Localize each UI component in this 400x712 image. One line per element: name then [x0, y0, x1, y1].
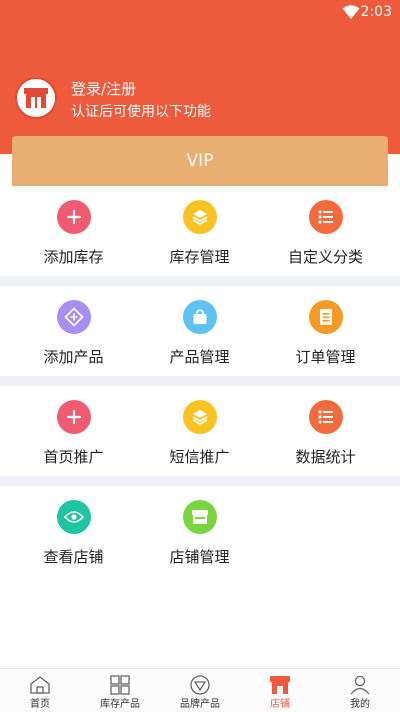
nav-brand-products-label: 品牌产品: [180, 699, 220, 710]
feature-row-4: 查看店铺 店铺管理: [0, 486, 400, 576]
order-management-label: 订单管理: [295, 348, 356, 366]
nav-home-label: 首页: [30, 699, 50, 710]
section-divider: [0, 276, 400, 286]
stock-management-button[interactable]: 库存管理: [133, 186, 266, 276]
add-product-label: 添加产品: [43, 348, 104, 366]
login-register-link[interactable]: 登录/注册: [71, 80, 136, 98]
add-stock-button[interactable]: 添加库存: [7, 186, 140, 276]
status-time: 2:03: [360, 4, 392, 20]
store-management-label: 店铺管理: [169, 548, 230, 566]
section-divider: [0, 476, 400, 486]
sms-promotion-button[interactable]: 短信推广: [133, 386, 266, 476]
add-product-button[interactable]: 添加产品: [7, 286, 140, 376]
add-stock-label: 添加库存: [43, 248, 104, 266]
profile-icon: [350, 675, 370, 695]
product-management-button[interactable]: 产品管理: [133, 286, 266, 376]
custom-category-label: 自定义分类: [287, 248, 363, 266]
home-icon: [30, 676, 50, 694]
product-management-label: 产品管理: [169, 348, 230, 366]
homepage-promotion-button[interactable]: 首页推广: [7, 386, 140, 476]
nav-brand-products[interactable]: 品牌产品: [160, 669, 240, 712]
layers-icon: [182, 200, 217, 234]
eye-icon: [56, 500, 91, 534]
feature-row-2: 添加产品 产品管理 订单管理: [0, 286, 400, 376]
store-icon: [182, 500, 217, 534]
view-store-button[interactable]: 查看店铺: [7, 486, 140, 576]
order-management-button[interactable]: 订单管理: [259, 286, 392, 376]
grid-icon: [110, 675, 130, 695]
nav-home[interactable]: 首页: [0, 669, 80, 712]
data-statistics-button[interactable]: 数据统计: [259, 386, 392, 476]
vip-button[interactable]: VIP: [12, 136, 388, 186]
nav-stock-products[interactable]: 库存产品: [80, 669, 160, 712]
view-store-label: 查看店铺: [43, 548, 104, 566]
status-bar: 2:03: [0, 0, 400, 24]
plus-icon: [56, 200, 91, 234]
avatar[interactable]: [15, 77, 57, 119]
nav-stock-products-label: 库存产品: [100, 699, 140, 710]
feature-row-1: 添加库存 库存管理 自定义分类: [0, 186, 400, 276]
store-management-button[interactable]: 店铺管理: [133, 486, 266, 576]
custom-category-button[interactable]: 自定义分类: [259, 186, 392, 276]
sms-promotion-label: 短信推广: [169, 448, 230, 466]
diamond-icon: [190, 675, 210, 695]
list-icon: [308, 200, 343, 234]
homepage-promotion-label: 首页推广: [43, 448, 104, 466]
bag-icon: [182, 300, 217, 334]
nav-store[interactable]: 店铺: [240, 669, 320, 712]
header-banner: 2:03 登录/注册 认证后可使用以下功能: [0, 0, 400, 154]
nav-profile[interactable]: 我的: [320, 669, 400, 712]
feature-row-3: 首页推广 短信推广 数据统计: [0, 386, 400, 476]
document-icon: [308, 300, 343, 334]
nav-store-label: 店铺: [270, 699, 290, 710]
layers-icon: [182, 400, 217, 434]
data-statistics-label: 数据统计: [295, 448, 356, 466]
nav-profile-label: 我的: [350, 699, 370, 710]
stock-management-label: 库存管理: [169, 248, 230, 266]
store-avatar-icon: [24, 88, 48, 108]
shop-icon: [270, 676, 290, 694]
bottom-navigation: 首页 库存产品 品牌产品 店铺 我的: [0, 668, 400, 712]
diamond-plus-icon: [56, 300, 91, 334]
section-divider: [0, 376, 400, 386]
plus-icon: [56, 400, 91, 434]
login-subtitle: 认证后可使用以下功能: [71, 104, 211, 120]
wifi-icon: [342, 5, 360, 19]
list-icon: [308, 400, 343, 434]
